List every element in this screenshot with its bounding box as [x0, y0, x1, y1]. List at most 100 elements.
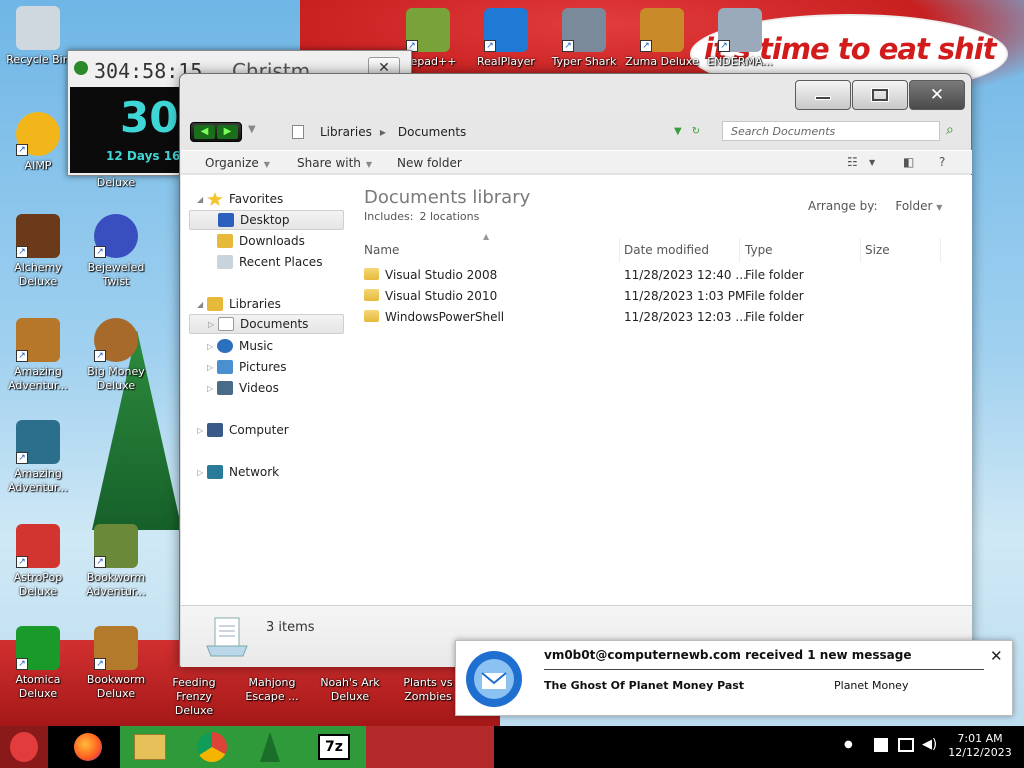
desktop-icon-recycle-bin[interactable]: Recycle Bin [0, 6, 76, 67]
library-title: Documents library [364, 187, 531, 208]
library-locations-link[interactable]: 2 locations [419, 210, 479, 223]
taskbar-countdown[interactable] [248, 726, 292, 768]
7zip-icon: 7z [318, 734, 350, 760]
mail-notification[interactable]: vm0b0t@computernewb.com received 1 new m… [455, 640, 1013, 716]
desktop-icon-astropop[interactable]: ↗ AstroPop Deluxe [0, 524, 76, 599]
file-row[interactable]: WindowsPowerShell 11/28/2023 12:03 ... F… [364, 307, 944, 327]
desktop-icon-zuma-deluxe[interactable]: ↗ Zuma Deluxe [624, 8, 700, 69]
nav-buttons: ◀ ▶ [190, 122, 242, 142]
recent-pages-dropdown[interactable]: ▼ [248, 124, 256, 135]
file-row[interactable]: Visual Studio 2010 11/28/2023 1:03 PM Fi… [364, 286, 944, 306]
address-bar[interactable]: Libraries ▸ Documents [286, 120, 720, 144]
astropop-icon: ↗ [16, 524, 60, 568]
desktop-icon-aimp[interactable]: ↗ AIMP [0, 112, 76, 173]
nav-favorites[interactable]: Favorites [207, 189, 283, 209]
column-header-date[interactable]: Date modified [624, 238, 740, 262]
desktop-icon-label: Alchemy Deluxe [14, 261, 62, 288]
volume-icon[interactable]: ◀) [922, 737, 937, 752]
back-button[interactable]: ◀ [194, 125, 215, 139]
minimize-button[interactable] [795, 80, 851, 110]
view-dropdown-icon[interactable]: ▼ [869, 158, 875, 167]
desktop-icon-amazing-adventures-1[interactable]: ↗ Amazing Adventur... [0, 318, 76, 393]
breadcrumb-libraries[interactable]: Libraries [320, 125, 372, 139]
nav-desktop[interactable]: Desktop [189, 210, 344, 230]
desktop-icon-amazing-adventures-2[interactable]: ↗ Amazing Adventur... [0, 420, 76, 495]
desktop-icon-bejeweled-twist[interactable]: ↗ Bejeweled Twist [78, 214, 154, 289]
desktop-icon-enderman[interactable]: ↗ ENDERMA... [702, 8, 778, 69]
taskbar-clock[interactable]: 7:01 AM 12/12/2023 [940, 732, 1020, 760]
desktop-icon-typer-shark[interactable]: ↗ Typer Shark [546, 8, 622, 69]
view-options-icon[interactable]: ☷ [847, 155, 858, 169]
nav-recent-places[interactable]: Recent Places [217, 252, 322, 272]
desktop-icon-feeding-frenzy[interactable]: Feeding Frenzy Deluxe [156, 676, 232, 718]
notification-subject: The Ghost Of Planet Money Past [544, 679, 745, 692]
money-bag-icon: ↗ [94, 318, 138, 362]
taskbar-firefox[interactable] [66, 726, 110, 768]
action-center-icon[interactable] [874, 738, 888, 752]
desktop-icon-label: Mahjong Escape ... [245, 676, 299, 703]
column-header-name[interactable]: Name [364, 238, 620, 262]
share-with-button[interactable]: Share with ▼ [297, 156, 372, 170]
libraries-expand-icon[interactable]: ◢ [197, 300, 203, 309]
arrange-by-dropdown[interactable]: Folder ▼ [895, 199, 942, 213]
help-button[interactable]: ? [939, 155, 945, 169]
new-folder-button[interactable]: New folder [397, 156, 462, 170]
desktop-icon-deluxe[interactable]: Deluxe [78, 176, 154, 190]
computer-expand-icon[interactable]: ▷ [197, 426, 203, 435]
pictures-expand-icon[interactable]: ▷ [207, 363, 213, 372]
maximize-button[interactable] [852, 80, 908, 110]
folder-icon [364, 268, 379, 280]
nav-downloads[interactable]: Downloads [217, 231, 305, 251]
library-includes: Includes: 2 locations [364, 210, 480, 223]
desktop-icon-atomica[interactable]: ↗ Atomica Deluxe [0, 626, 76, 701]
taskbar-7zip[interactable]: 7z [312, 726, 356, 768]
column-header-size[interactable]: Size [865, 238, 941, 262]
desktop-icon-label: Amazing Adventur... [8, 365, 68, 392]
preview-pane-icon[interactable]: ◧ [903, 155, 914, 169]
forward-button[interactable]: ▶ [217, 125, 238, 139]
folder-icon [364, 289, 379, 301]
explorer-window[interactable]: ✕ ◀ ▶ ▼ Libraries ▸ Documents ▼ ↻ Search… [179, 73, 972, 667]
nav-documents[interactable]: ▷ Documents [189, 314, 344, 334]
breadcrumb-documents[interactable]: Documents [398, 125, 466, 139]
breadcrumb-separator[interactable]: ▸ [380, 125, 386, 139]
nav-network[interactable]: Network [207, 462, 279, 482]
videos-expand-icon[interactable]: ▷ [207, 384, 213, 393]
desktop-icon-mahjong-escape[interactable]: Mahjong Escape ... [234, 676, 310, 704]
desktop-icon-bookworm-adventures[interactable]: ↗ Bookworm Adventur... [78, 524, 154, 599]
desktop-icon-big-money[interactable]: ↗ Big Money Deluxe [78, 318, 154, 393]
start-button[interactable] [0, 726, 48, 768]
file-row[interactable]: Visual Studio 2008 11/28/2023 12:40 ... … [364, 265, 944, 285]
taskbar-explorer[interactable] [128, 726, 172, 768]
notification-close-button[interactable]: ✕ [990, 647, 1003, 665]
clock-time: 7:01 AM [957, 732, 1003, 745]
nav-libraries[interactable]: Libraries [207, 294, 281, 314]
favorites-expand-icon[interactable]: ◢ [197, 195, 203, 204]
refresh-icon[interactable]: ↻ [692, 126, 700, 137]
search-icon[interactable]: ⌕ [946, 122, 962, 140]
shark-icon: ↗ [562, 8, 606, 52]
desktop-icon-realplayer[interactable]: ↗ RealPlayer [468, 8, 544, 69]
network-tray-icon[interactable] [898, 738, 914, 752]
nav-videos[interactable]: Videos [217, 378, 279, 398]
address-dropdown-icon[interactable]: ▼ [674, 126, 682, 137]
taskbar-window-thumbnail[interactable] [366, 726, 494, 768]
music-expand-icon[interactable]: ▷ [207, 342, 213, 351]
desktop-icon-noahs-ark[interactable]: Noah's Ark Deluxe [312, 676, 388, 704]
desktop-icon-label: Bookworm Adventur... [86, 571, 146, 598]
column-header-type[interactable]: Type [745, 238, 861, 262]
library-crumb-icon [292, 125, 304, 139]
network-expand-icon[interactable]: ▷ [197, 468, 203, 477]
nav-computer[interactable]: Computer [207, 420, 289, 440]
desktop-icon-alchemy[interactable]: ↗ Alchemy Deluxe [0, 214, 76, 289]
documents-library-icon [206, 617, 248, 657]
desktop-icon-bookworm-deluxe[interactable]: ↗ Bookworm Deluxe [78, 626, 154, 701]
search-input[interactable]: Search Documents [722, 121, 940, 141]
nav-music[interactable]: Music [217, 336, 273, 356]
nav-pictures[interactable]: Pictures [217, 357, 287, 377]
organize-button[interactable]: Organize ▼ [205, 156, 270, 170]
taskbar-chrome[interactable] [190, 726, 234, 768]
close-button[interactable]: ✕ [909, 80, 965, 110]
tray-dot[interactable]: ● [844, 739, 853, 750]
aimp-icon: ↗ [16, 112, 60, 156]
